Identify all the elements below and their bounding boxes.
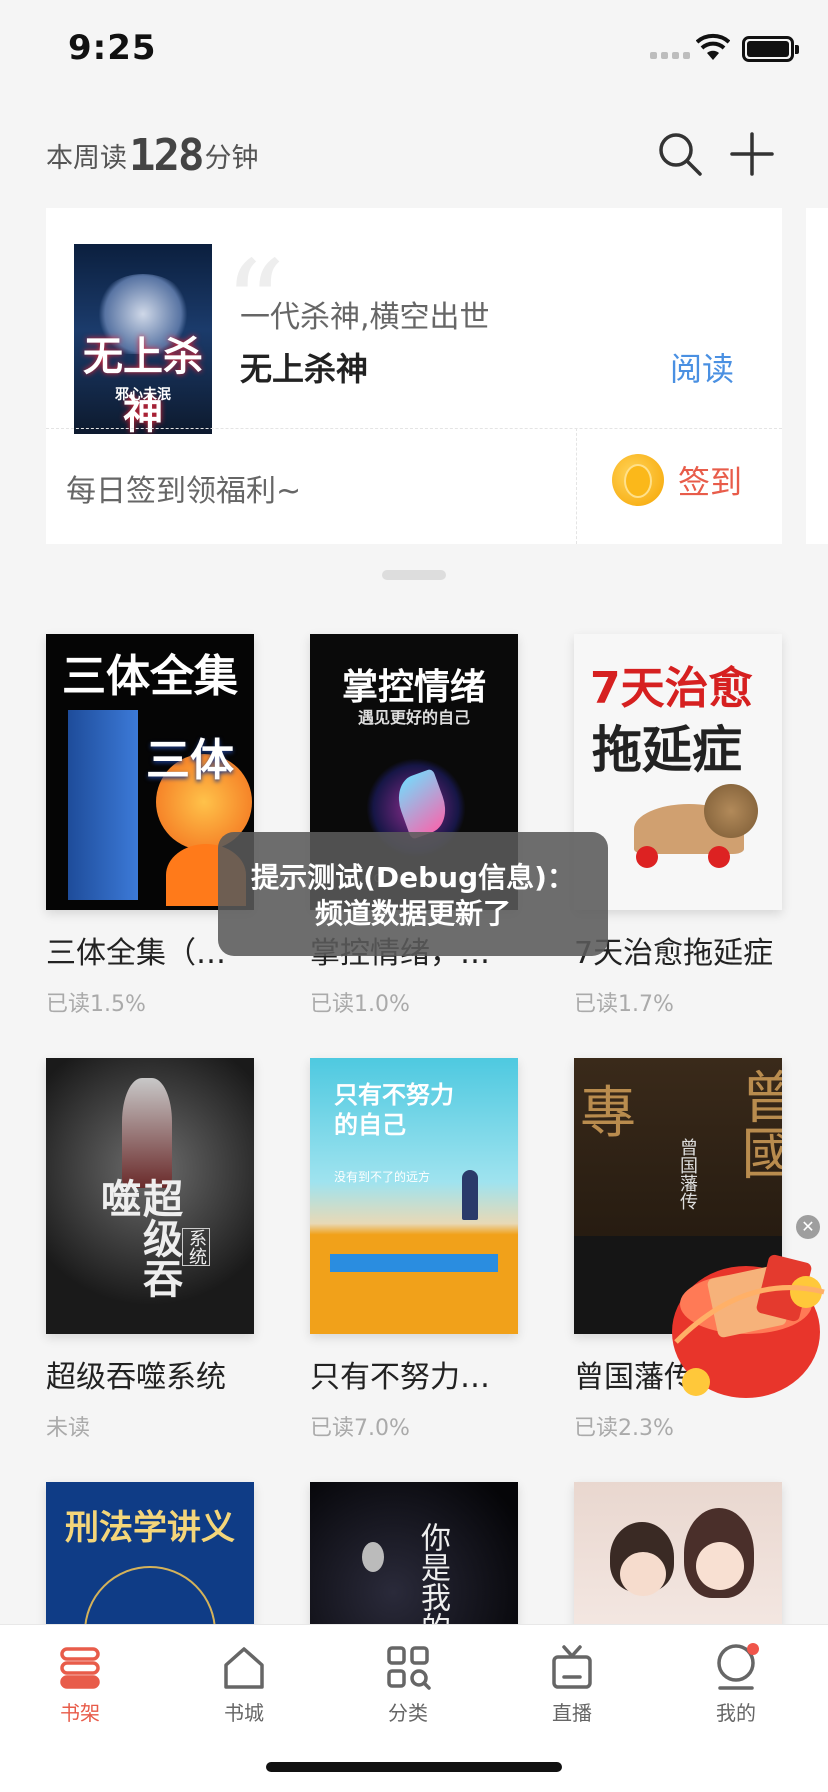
header: 本周读 128 分钟 <box>0 120 828 200</box>
bookshelf-icon <box>60 1647 100 1689</box>
category-icon <box>387 1646 431 1690</box>
recommend-cover-title: 无上杀神 <box>83 333 203 434</box>
recommend-book-title[interactable]: 无上杀神 <box>240 344 368 390</box>
recommend-card: 无上杀神 邪心未泯 “ 一代杀神,横空出世 无上杀神 阅读 每日签到领福利~ 签… <box>46 208 782 544</box>
tab-category[interactable]: 分类 <box>348 1643 468 1726</box>
book-title: 超级吞噬系统 <box>46 1360 226 1395</box>
recommend-cover-author: 邪心未泯 <box>115 387 171 403</box>
recommend-book-cover[interactable]: 无上杀神 邪心未泯 <box>74 244 212 434</box>
status-bar: 9:25 <box>0 0 828 100</box>
coin-icon <box>612 454 664 506</box>
book-cover-text: 曾国藩传 <box>677 1138 698 1210</box>
book-item[interactable]: 超级吞噬 系统 超级吞噬系统 未读 <box>46 1058 254 1442</box>
toast-line-1: 提示测试(Debug信息)： <box>251 861 575 894</box>
book-cover-text: 三体全集 <box>62 651 238 702</box>
wifi-icon <box>696 33 730 60</box>
home-indicator <box>266 1762 562 1772</box>
book-cover-text: 掌控情绪 <box>341 667 486 708</box>
toast-line-2: 频道数据更新了 <box>314 897 511 930</box>
tab-live[interactable]: 直播 <box>512 1643 632 1726</box>
card-divider-vertical <box>576 428 577 544</box>
tab-profile[interactable]: 我的 <box>676 1643 796 1726</box>
home-icon <box>224 1647 264 1689</box>
book-item[interactable]: 三体全集 三体 三体全集（… 已读1.5% <box>46 634 254 1018</box>
next-card-peek[interactable] <box>806 208 828 544</box>
tv-icon <box>552 1645 592 1689</box>
bookshelf-page: 9:25 本周读 128 分钟 无上杀神 邪心未泯 “ 一代杀神,横空出世 无上… <box>0 0 828 1792</box>
book-cover-subtitle: 系统 <box>182 1228 210 1266</box>
profile-icon <box>717 1643 759 1690</box>
red-envelope-promo-icon[interactable] <box>666 1232 828 1402</box>
book-cover-subtitle: 遇见更好的自己 <box>357 708 470 727</box>
read-button[interactable]: 阅读 <box>670 344 734 390</box>
tab-label: 分类 <box>388 1701 428 1725</box>
book-item[interactable]: 7天治愈 拖延症 7天治愈拖延症 已读1.7% <box>574 634 782 1018</box>
book-item[interactable]: 掌控情绪 遇见更好的自己 Control 掌控情绪，… 已读1.0% <box>310 634 518 1018</box>
reading-time-prefix: 本周读 <box>46 143 127 174</box>
book-cover-text: 只有不努力的自己 <box>334 1081 454 1139</box>
cellular-signal-icon <box>650 52 690 59</box>
plus-icon[interactable] <box>728 130 776 178</box>
tab-bookshelf[interactable]: 书架 <box>20 1643 140 1726</box>
book-cover-text: 超级吞噬 <box>94 1178 183 1298</box>
book-cover-text: 刑法学讲义 <box>65 1508 235 1548</box>
book-cover-text: 7天治愈 <box>590 663 753 714</box>
book-cover-subtitle: 三体 <box>146 735 234 786</box>
reading-time-suffix: 分钟 <box>204 143 259 174</box>
tab-label: 直播 <box>552 1701 592 1725</box>
debug-toast: 提示测试(Debug信息)： 频道数据更新了 <box>218 832 608 956</box>
search-icon[interactable] <box>656 130 704 178</box>
sign-in-label: 签到 <box>678 463 743 501</box>
daily-welfare-text[interactable]: 每日签到领福利~ <box>66 466 301 510</box>
sign-in-button[interactable]: 签到 <box>612 454 742 506</box>
book-item[interactable]: 只有不努力的自己 没有到不了的远方 只有不努力… 已读7.0% <box>310 1058 518 1442</box>
book-progress: 已读2.3% <box>574 1416 674 1441</box>
collapse-handle[interactable] <box>382 570 446 580</box>
tab-label: 书城 <box>224 1701 264 1725</box>
book-cover-subtitle: 曾國 <box>732 1068 782 1180</box>
book-progress: 已读1.7% <box>574 992 674 1017</box>
recommend-slogan: 一代杀神,横空出世 <box>240 300 490 335</box>
tab-bookstore[interactable]: 书城 <box>184 1643 304 1726</box>
book-progress: 已读1.5% <box>46 992 146 1017</box>
tab-label: 我的 <box>716 1701 756 1725</box>
book-progress: 未读 <box>46 1416 91 1441</box>
tab-label: 书架 <box>60 1701 100 1725</box>
reading-time-minutes: 128 <box>129 130 204 181</box>
book-progress: 已读1.0% <box>310 992 410 1017</box>
book-title: 只有不努力… <box>310 1360 490 1395</box>
book-cover-subtitle: 拖延症 <box>592 721 742 779</box>
status-time: 9:25 <box>68 28 157 68</box>
battery-icon <box>742 36 799 62</box>
book-cover: 超级吞噬 系统 <box>46 1058 254 1334</box>
weekly-reading-time: 本周读 128 分钟 <box>46 130 258 181</box>
book-progress: 已读7.0% <box>310 1416 410 1441</box>
card-divider <box>46 428 782 429</box>
book-cover: 只有不努力的自己 没有到不了的远方 <box>310 1058 518 1334</box>
